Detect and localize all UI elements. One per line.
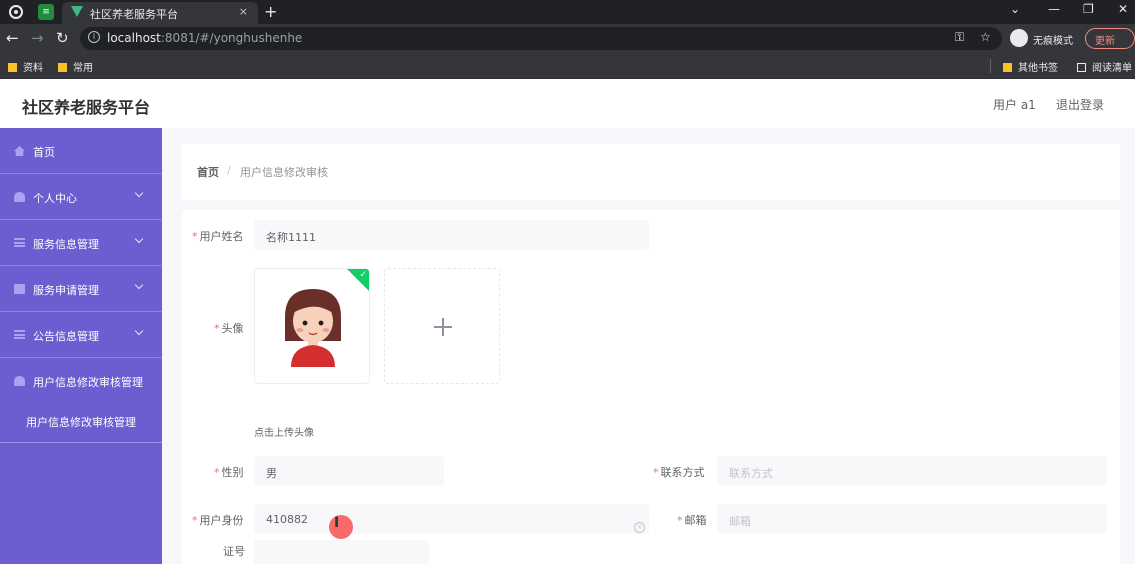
app-header: 社区养老服务平台 用户 a1 退出登录: [0, 79, 1135, 128]
upload-tip: 点击上传头像: [254, 428, 314, 439]
sidebar-item-label: 个人中心: [33, 192, 77, 205]
name-field[interactable]: 名称1111: [254, 220, 649, 250]
check-icon: ✓: [359, 270, 367, 280]
breadcrumb-separator: /: [227, 164, 231, 177]
breadcrumb: 首页 / 用户信息修改审核: [182, 144, 1120, 200]
sidebar-subitem-label: 用户信息修改审核管理: [26, 416, 136, 429]
reading-list-icon: [1077, 63, 1086, 72]
url-text[interactable]: localhost:8081/#/yonghushenhe: [107, 31, 302, 45]
forward-icon[interactable]: →: [31, 29, 44, 47]
user-icon: [14, 192, 25, 202]
main-content: 首页 / 用户信息修改审核 * 用户姓名 名称1111 * 头像 ✓ 点击上传头…: [162, 128, 1135, 564]
gender-label: * 性别: [214, 466, 244, 479]
chevron-down-icon: [134, 280, 144, 290]
tab-search-chevron-icon[interactable]: ⌄: [1010, 2, 1020, 16]
sidebar-item-label: 首页: [33, 146, 55, 159]
text-cursor-icon: I: [334, 515, 340, 531]
avatar-upload-button[interactable]: [384, 268, 500, 384]
email-field[interactable]: 邮箱: [717, 504, 1107, 534]
reading-list[interactable]: 阅读清单: [1077, 59, 1132, 74]
folder-icon: [58, 63, 67, 72]
new-tab-icon[interactable]: +: [264, 2, 277, 21]
bookmarks-bar: 资料 常用 其他书签 阅读清单: [0, 53, 1135, 79]
list-icon: [14, 238, 25, 247]
browser-tab-bar: ≡ 社区养老服务平台 × + ⌄ — ❐ ✕: [0, 0, 1135, 24]
update-button[interactable]: 更新: [1085, 28, 1135, 49]
idcard-field[interactable]: 410882: [254, 504, 649, 534]
sidebar: 首页 个人中心 服务信息管理 服务申请管理 公告信息管理 用户信息修改审核管理 …: [0, 128, 162, 564]
chevron-down-icon: [134, 188, 144, 198]
avatar-label: * 头像: [214, 322, 244, 335]
clear-input-icon[interactable]: ×: [634, 522, 645, 533]
idcard-label-row2-bg: [254, 540, 429, 564]
brand-title: 社区养老服务平台: [22, 98, 151, 117]
breadcrumb-current: 用户信息修改审核: [240, 166, 328, 179]
sidebar-subitem-user-review[interactable]: 用户信息修改审核管理: [0, 402, 162, 442]
clipboard-icon: [14, 284, 25, 294]
tab-title: 社区养老服务平台: [90, 8, 178, 21]
mouse-cursor-highlight: [329, 515, 353, 539]
vue-favicon-icon: [71, 6, 83, 17]
sidebar-item-service-info[interactable]: 服务信息管理: [0, 220, 162, 266]
current-user: 用户 a1: [993, 98, 1036, 112]
sidebar-item-profile[interactable]: 个人中心: [0, 174, 162, 220]
name-label: * 用户姓名: [192, 230, 244, 243]
idcard-label: * 用户身份: [192, 514, 244, 527]
close-window-icon[interactable]: ✕: [1118, 2, 1128, 16]
user-icon: [14, 376, 25, 386]
phone-field[interactable]: 联系方式: [717, 456, 1107, 486]
restore-icon[interactable]: ❐: [1083, 2, 1094, 16]
sidebar-item-label: 用户信息修改审核管理: [33, 376, 143, 389]
home-icon: [14, 146, 25, 156]
bookmark-divider: [990, 59, 991, 73]
minimize-icon[interactable]: —: [1048, 2, 1060, 16]
incognito-icon[interactable]: [1010, 29, 1028, 47]
sidebar-item-notice[interactable]: 公告信息管理: [0, 312, 162, 358]
back-icon[interactable]: ←: [6, 29, 19, 47]
key-icon[interactable]: ⚿: [955, 30, 964, 45]
bookmark-folder-2[interactable]: 常用: [58, 59, 93, 74]
sidebar-item-user-review[interactable]: 用户信息修改审核管理: [0, 358, 162, 404]
idcard-label-line2: 证号: [223, 545, 245, 558]
sidebar-item-home[interactable]: 首页: [0, 128, 162, 174]
gender-select[interactable]: 男: [254, 456, 444, 486]
tab-close-icon[interactable]: ×: [239, 5, 248, 18]
sidebar-item-label: 公告信息管理: [33, 330, 99, 343]
user-edit-form: * 用户姓名 名称1111 * 头像 ✓ 点击上传头像 * 性别 男 * 联系方…: [182, 210, 1120, 564]
email-label: * 邮箱: [677, 514, 707, 527]
sidebar-item-label: 服务信息管理: [33, 238, 99, 251]
active-tab[interactable]: 社区养老服务平台 ×: [62, 2, 258, 24]
avatar-preview[interactable]: ✓: [254, 268, 370, 384]
folder-icon: [1003, 63, 1012, 72]
breadcrumb-home[interactable]: 首页: [197, 164, 219, 180]
browser-address-bar: ← → ↻ i localhost:8081/#/yonghushenhe ⚿ …: [0, 24, 1135, 53]
site-info-icon[interactable]: i: [88, 31, 100, 43]
bookmark-folder-1[interactable]: 资料: [8, 59, 43, 74]
phone-label: * 联系方式: [653, 466, 705, 479]
bookmark-other[interactable]: 其他书签: [1003, 59, 1058, 74]
sidebar-divider: [0, 442, 162, 443]
list-icon: [14, 330, 25, 339]
url-bar[interactable]: i localhost:8081/#/yonghushenhe ⚿ ☆: [80, 27, 1002, 50]
sidebar-item-label: 服务申请管理: [33, 284, 99, 297]
browser-app-icon[interactable]: [8, 4, 24, 20]
sidebar-item-service-apply[interactable]: 服务申请管理: [0, 266, 162, 312]
logout-link[interactable]: 退出登录: [1056, 96, 1104, 113]
bookmark-star-icon[interactable]: ☆: [980, 30, 991, 44]
plus-icon-vertical: [442, 318, 444, 336]
pinned-tab-icon[interactable]: ≡: [38, 4, 54, 20]
chevron-down-icon: [134, 326, 144, 336]
reload-icon[interactable]: ↻: [56, 29, 69, 47]
folder-icon: [8, 63, 17, 72]
chevron-down-icon: [134, 234, 144, 244]
incognito-label: 无痕模式: [1033, 36, 1073, 47]
